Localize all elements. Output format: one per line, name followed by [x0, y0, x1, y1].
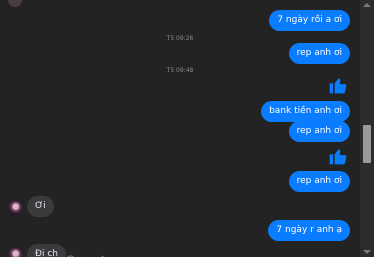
message-incoming[interactable]: Ơi [27, 196, 54, 217]
message-outgoing[interactable]: rep anh ơi [288, 171, 350, 192]
like-icon[interactable] [328, 75, 348, 95]
scroll-down-arrow-icon[interactable] [363, 250, 371, 254]
chat-thread: 7 ngày rồi a ơi T5 09:26 rep anh ơi T5 0… [0, 0, 360, 257]
reply-icon[interactable] [82, 249, 91, 257]
message-outgoing[interactable]: rep anh ơi [288, 43, 350, 64]
message-actions [66, 249, 107, 257]
scrollbar[interactable] [360, 0, 374, 257]
avatar[interactable] [8, 0, 22, 7]
timestamp: T5 09:26 [166, 35, 194, 42]
more-options-icon[interactable] [98, 249, 107, 257]
message-outgoing[interactable]: 7 ngày rồi a ơi [269, 10, 350, 31]
message-outgoing[interactable]: rep anh ơi [288, 121, 350, 142]
like-icon[interactable] [328, 146, 348, 166]
avatar[interactable] [8, 248, 22, 257]
scrollbar-thumb[interactable] [363, 125, 371, 163]
message-outgoing[interactable]: bank tiền anh ơi [261, 101, 350, 122]
avatar[interactable] [8, 201, 22, 215]
scroll-up-arrow-icon[interactable] [363, 3, 371, 7]
emoji-react-icon[interactable] [66, 249, 75, 257]
message-incoming[interactable]: Đi ch [27, 244, 66, 257]
message-outgoing[interactable]: 7 ngày r anh ạ [268, 220, 350, 241]
timestamp: T5 09:48 [166, 67, 194, 74]
